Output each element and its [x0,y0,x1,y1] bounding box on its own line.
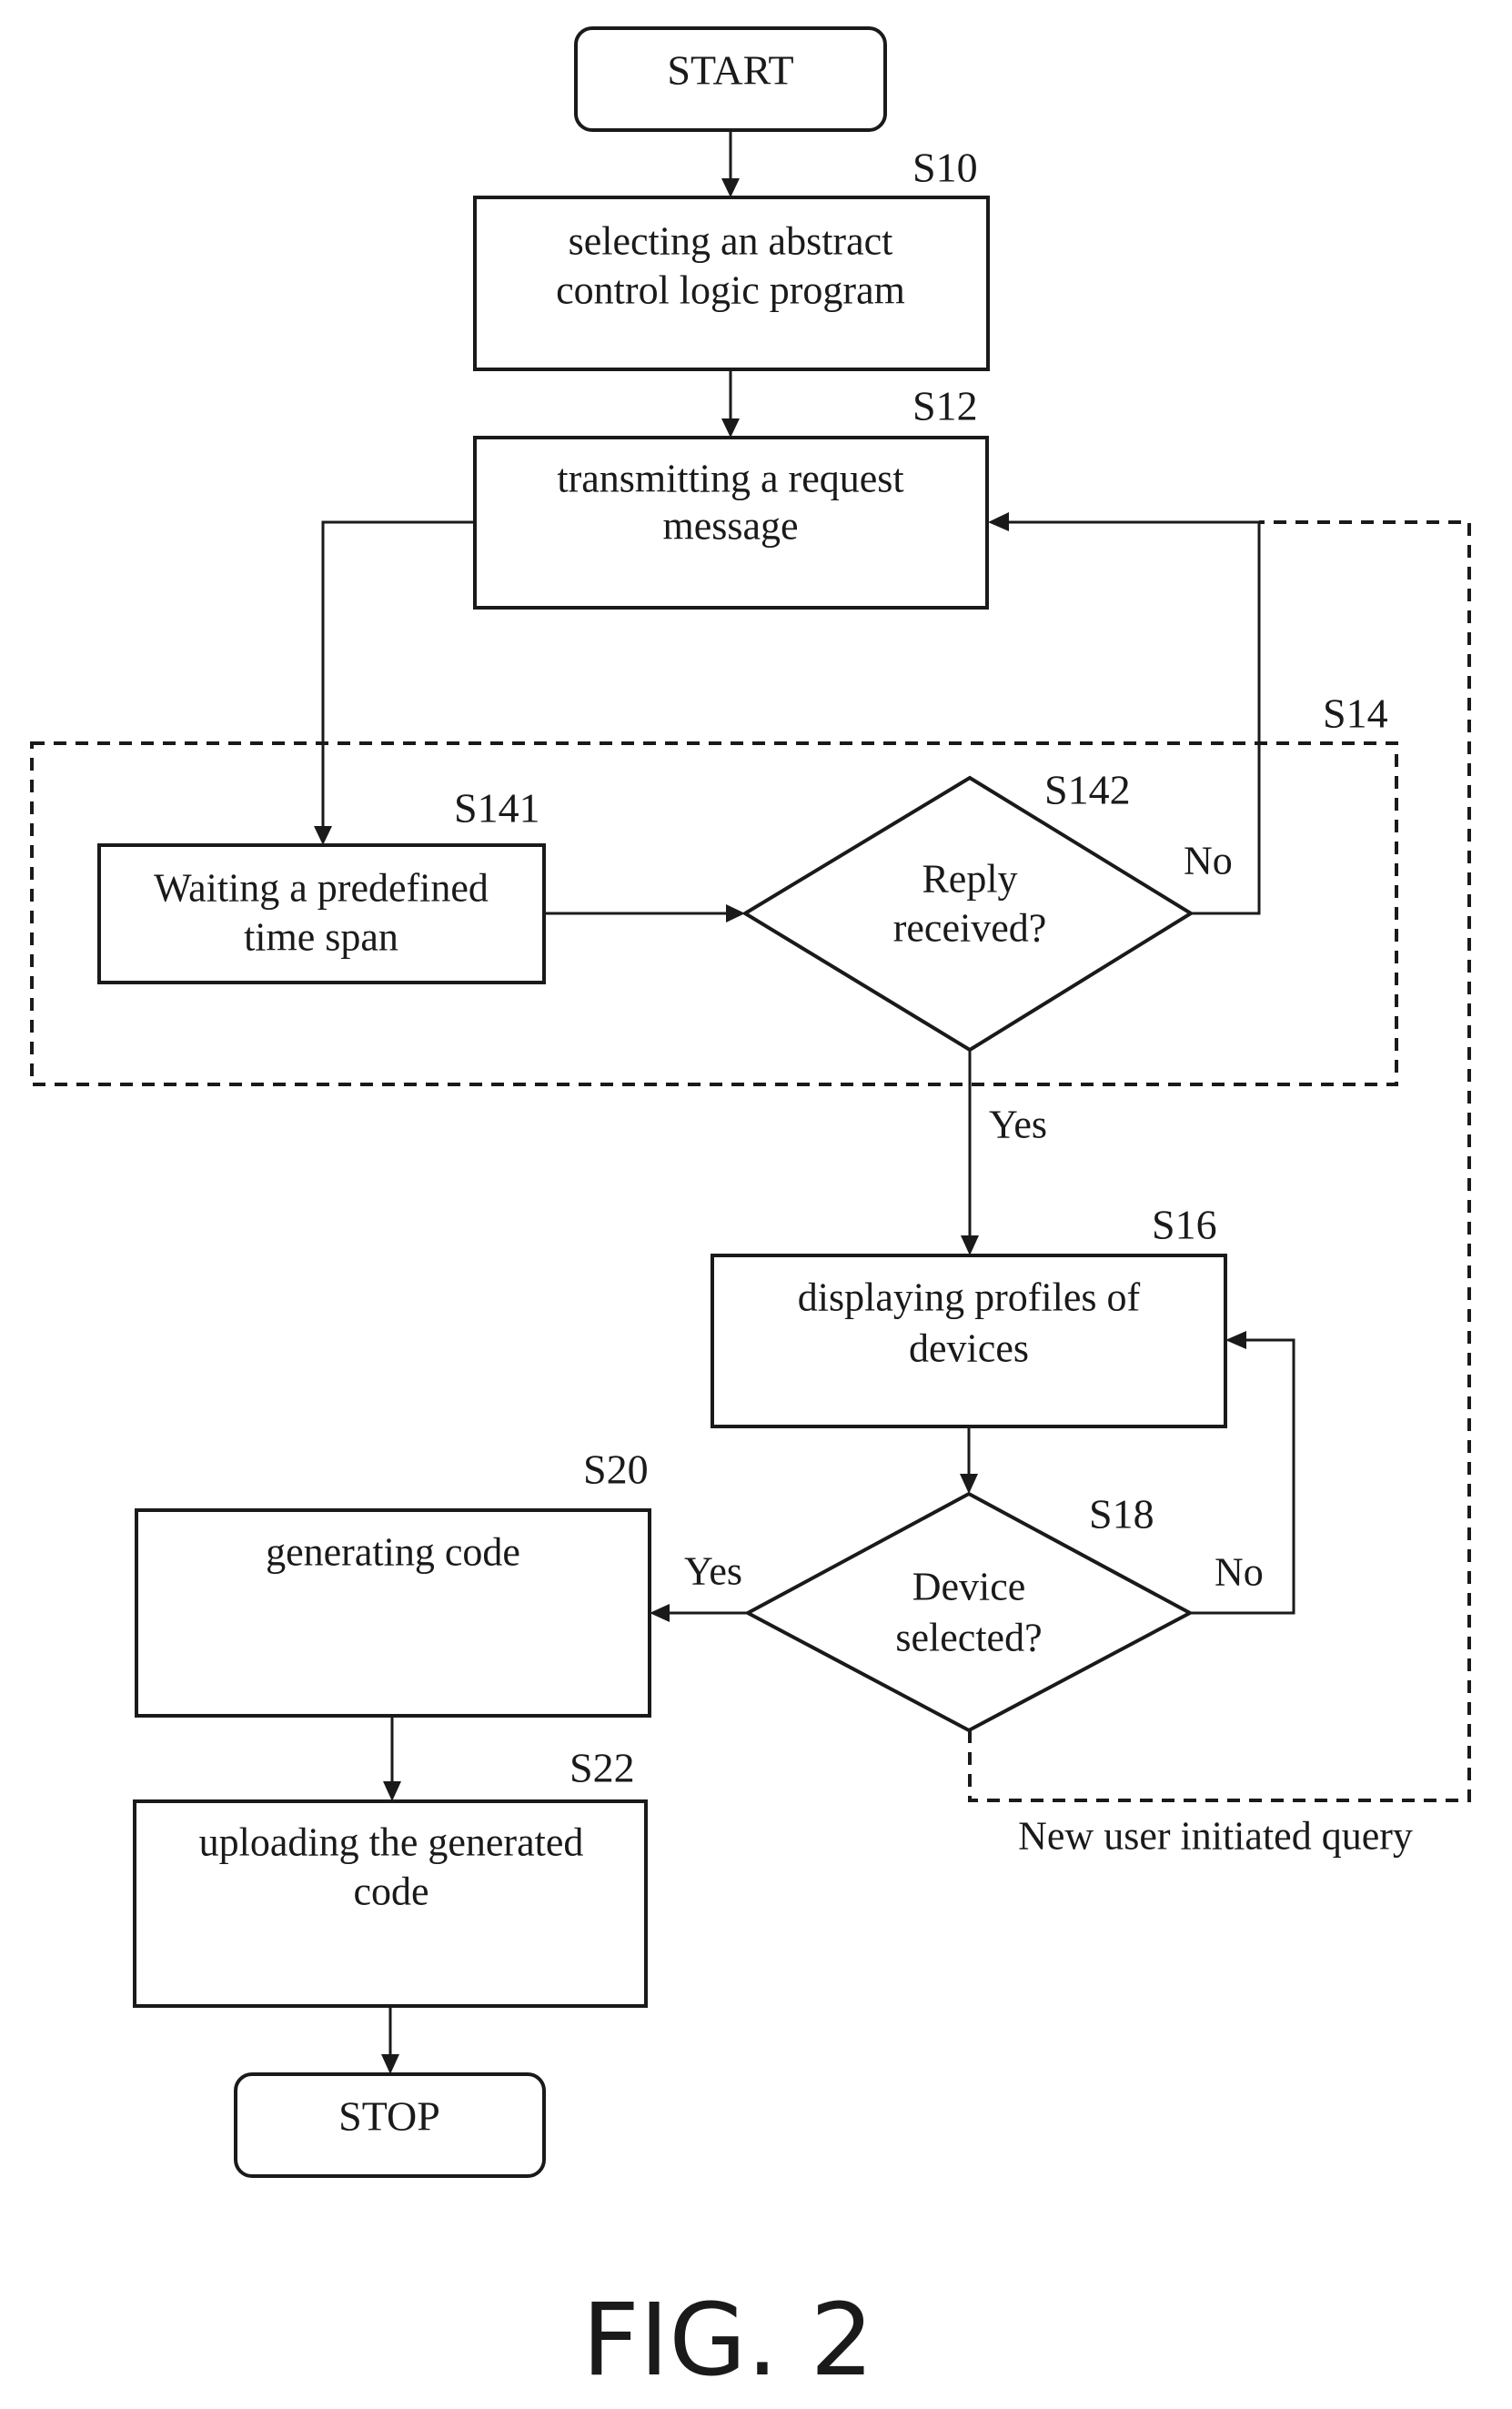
s141-step-label: S141 [454,785,540,832]
s10-step-label: S10 [912,145,978,191]
s12-text-line-1: transmitting a request [557,457,903,501]
arrow-down-icon [960,1474,978,1494]
start-label: START [667,47,793,94]
s18-yes-label: Yes [684,1549,742,1594]
edge-s141-s142 [544,904,745,922]
flowchart: START S10 selecting an abstract control … [30,26,1471,2398]
arrow-down-icon [961,1235,979,1255]
edge-s12-s141 [314,520,475,845]
s16-text-line-2: devices [909,1326,1029,1371]
new-user-query-label: New user initiated query [1018,1814,1413,1859]
s22-text-line-1: uploading the generated [199,1820,584,1865]
start-node: START [574,26,887,132]
s10-text-line-1: selecting an abstract [569,219,893,264]
s16-text-line-1: displaying profiles of [798,1275,1141,1320]
arrow-left-icon [650,1604,670,1622]
s14-step-label: S14 [1323,690,1388,737]
edge-s10-s12 [721,369,740,438]
arrow-down-icon [314,826,332,845]
s142-step-label: S142 [1044,767,1131,813]
edge-s22-stop [381,2006,399,2074]
arrow-left-icon [988,512,1009,531]
s142-no-label: No [1184,839,1233,883]
arrow-down-icon [381,2054,399,2074]
s22-step-label: S22 [570,1745,635,1791]
s12-text-line-2: message [662,504,798,549]
arrow-down-icon [721,418,740,438]
arrow-down-icon [721,178,740,197]
edge-start-s10 [721,130,740,197]
arrow-down-icon [383,1781,401,1801]
s18-text-line-1: Device [912,1565,1026,1609]
s18-step-label: S18 [1089,1491,1154,1537]
s142-node: S142 Reply received? [741,767,1194,1053]
s18-node: S18 Device selected? [743,1491,1194,1733]
s22-text-line-2: code [353,1870,428,1914]
s12-step-label: S12 [912,383,978,429]
s20-node: S20 generating code [135,1446,651,1718]
s142-text-line-1: Reply [922,857,1017,902]
edge-s18-yes-s20: Yes [650,1549,748,1622]
s20-text-line-1: generating code [266,1530,520,1575]
s10-text-line-2: control logic program [556,268,905,313]
s141-text-line-1: Waiting a predefined [154,866,489,911]
s20-step-label: S20 [583,1446,649,1493]
edge-s142-yes-s16: Yes [961,1050,1047,1255]
s18-no-label: No [1215,1550,1264,1595]
s142-text-line-2: received? [893,906,1047,951]
s18-text-line-2: selected? [895,1616,1042,1660]
stop-label: STOP [338,2093,440,2140]
edge-s16-s18 [960,1426,978,1494]
s142-yes-label: Yes [989,1103,1047,1147]
s141-text-line-2: time span [244,915,398,960]
edge-s20-s22 [383,1716,401,1801]
stop-node: STOP [234,2072,546,2178]
arrow-left-icon [1225,1331,1246,1349]
figure-caption: FIG. 2 [582,2282,874,2398]
s16-step-label: S16 [1152,1202,1217,1248]
